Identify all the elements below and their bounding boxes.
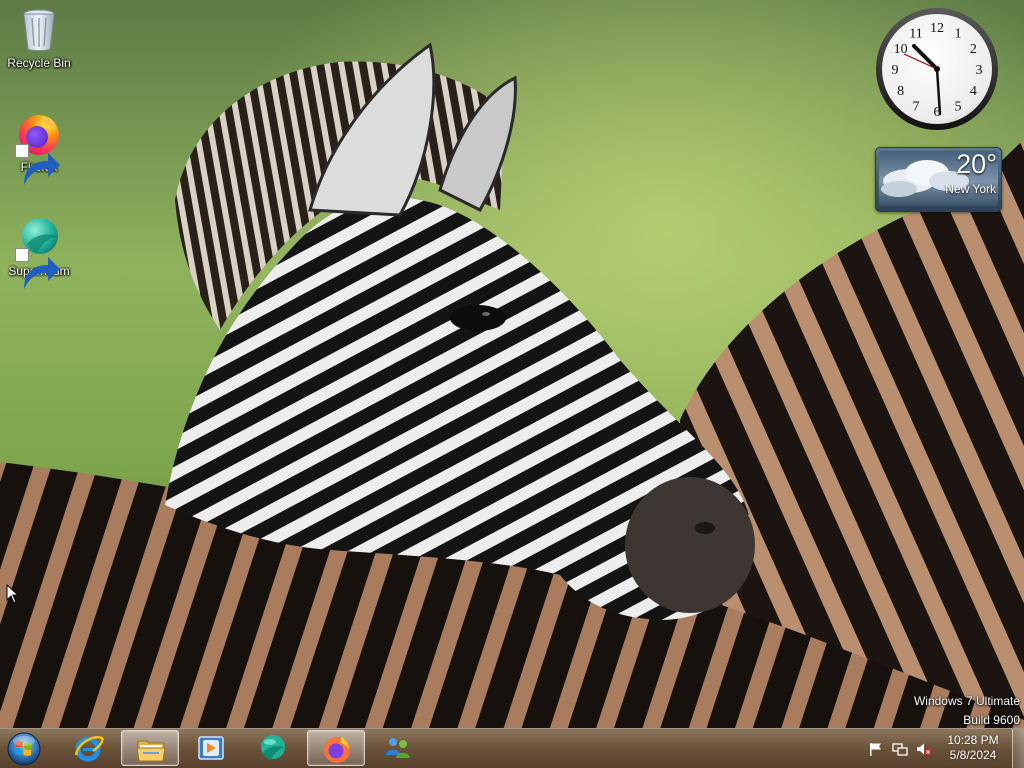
weather-city: New York [945,182,996,196]
users-icon [386,738,410,758]
clock-numeral: 8 [897,84,904,99]
mouse-cursor-icon [6,584,20,604]
tray-clock[interactable]: 10:28 PM 5/8/2024 [940,733,1006,763]
taskbar-users[interactable] [369,730,427,766]
volume-muted-icon[interactable] [916,741,932,757]
recycle-bin-icon [15,6,63,54]
windows-orb-icon [7,732,41,766]
desktop-icon-firefox[interactable]: Firefox [1,110,77,185]
supermium-icon [15,214,63,289]
desktop: Recycle Bin 12 1 2 3 4 5 6 7 8 9 10 11 2… [0,0,1024,768]
watermark-edition: Windows 7 Ultimate [913,694,1020,708]
shortcut-arrow-icon [15,248,60,289]
taskbar-internet-explorer[interactable] [60,730,118,766]
action-center-flag-icon[interactable] [868,741,884,757]
internet-explorer-icon [74,736,104,762]
clock-numeral: 1 [955,27,962,42]
desktop-icon-label: Recycle Bin [7,56,71,70]
clock-numeral: 5 [955,99,962,114]
desktop-icon-recycle-bin[interactable]: Recycle Bin [1,6,77,70]
clock-numeral: 12 [930,21,944,36]
shortcut-arrow-icon [15,144,60,185]
firefox-icon [15,110,63,185]
clock-numeral: 11 [909,27,922,42]
clock-numeral: 4 [970,84,977,99]
taskbar-supermium[interactable] [244,730,302,766]
start-button[interactable] [4,730,44,767]
supermium-icon [261,735,285,760]
weather-gadget[interactable]: 20° New York [875,147,1002,212]
tray-date: 5/8/2024 [949,748,997,762]
clock-numeral: 2 [970,42,977,57]
taskbar-file-explorer[interactable] [121,730,179,766]
folder-icon [136,740,166,762]
zebra-wallpaper [0,0,1024,768]
show-desktop-button[interactable] [1012,729,1024,768]
windows-watermark: Windows 7 Ultimate Build 9600 [914,692,1020,730]
clock-gadget[interactable]: 12 1 2 3 4 5 6 7 8 9 10 11 [874,6,1000,132]
taskbar-media-player[interactable] [182,730,240,766]
firefox-icon [324,737,350,763]
desktop-icon-supermium[interactable]: Supermium [1,214,77,289]
clock-numeral: 7 [913,99,920,114]
taskbar: 10:28 PM 5/8/2024 [0,728,1024,768]
weather-temperature: 20° [956,149,997,179]
system-tray: 10:28 PM 5/8/2024 [860,729,1010,768]
taskbar-firefox[interactable] [307,730,365,766]
clock-numeral: 9 [892,63,899,78]
network-icon[interactable] [892,741,908,757]
clock-numeral: 3 [976,63,983,78]
media-player-icon [198,736,224,760]
tray-time: 10:28 PM [947,733,999,747]
